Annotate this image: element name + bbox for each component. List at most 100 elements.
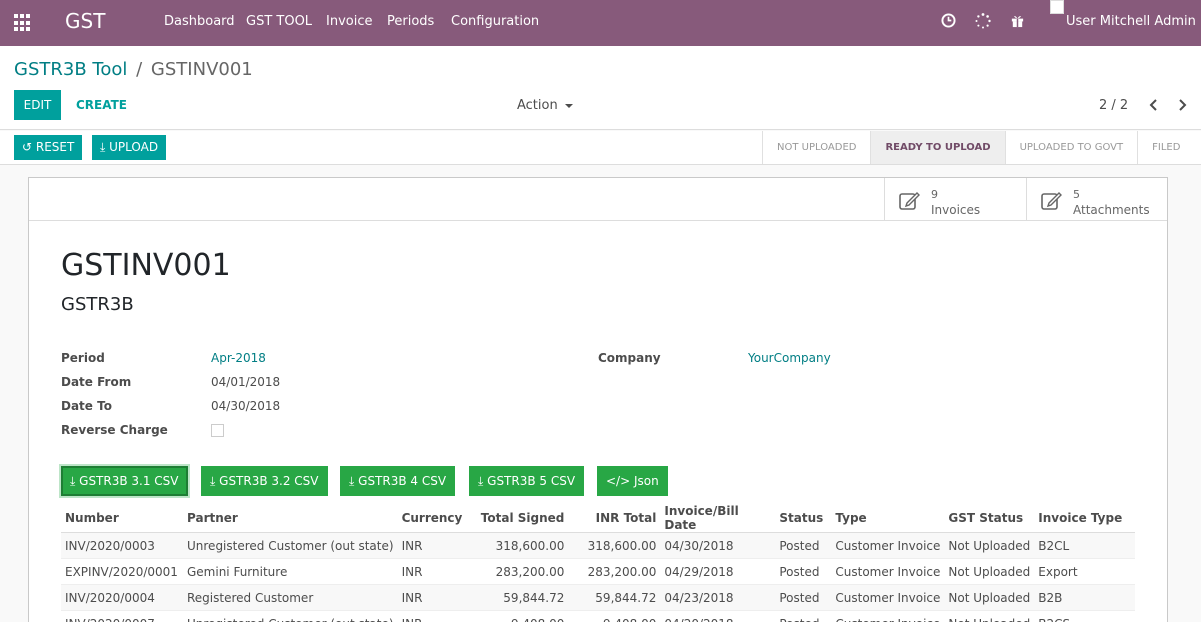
date-from-label: Date From xyxy=(61,375,132,389)
code-icon: </> xyxy=(606,474,631,488)
chevron-right-icon[interactable] xyxy=(1177,99,1187,111)
download-label: GSTR3B 4 CSV xyxy=(358,474,447,488)
smart-button-bar: 9 Invoices 5 Attachments xyxy=(29,178,1167,221)
date-to-field[interactable]: 04/30/2018 xyxy=(211,399,280,413)
invoices-smart-button[interactable]: 9 Invoices xyxy=(884,178,1026,221)
gift-icon[interactable] xyxy=(1010,13,1025,28)
breadcrumb: GSTR3B Tool / GSTINV001 xyxy=(14,59,253,80)
cell-inr-total: 9,408.00 xyxy=(568,610,661,622)
col-partner[interactable]: Partner xyxy=(183,504,398,533)
table-header-row: Number Partner Currency Total Signed INR… xyxy=(61,504,1135,533)
cell-inr-total: 318,600.00 xyxy=(568,532,661,559)
download-label: GSTR3B 3.2 CSV xyxy=(219,474,319,488)
menu-periods[interactable]: Periods xyxy=(387,14,434,29)
reset-button[interactable]: ↺ RESET xyxy=(14,135,83,160)
cell-status: Posted xyxy=(775,610,832,622)
cell-gst-status: Not Uploaded xyxy=(944,584,1035,611)
company-field[interactable]: YourCompany xyxy=(748,351,831,365)
attachments-smart-button[interactable]: 5 Attachments xyxy=(1026,178,1168,221)
cell-type: Customer Invoice xyxy=(831,532,945,559)
col-invoice-date[interactable]: Invoice/Bill Date xyxy=(660,504,776,533)
download-icon: ⤓ xyxy=(210,474,216,488)
cell-invoice-date: 04/20/2018 xyxy=(660,610,776,622)
col-type[interactable]: Type xyxy=(831,504,945,533)
download-gstr3b-5-button[interactable]: ⤓ GSTR3B 5 CSV xyxy=(469,466,585,496)
col-currency[interactable]: Currency xyxy=(397,504,467,533)
menu-configuration[interactable]: Configuration xyxy=(451,14,539,29)
cell-type: Customer Invoice xyxy=(831,584,945,611)
top-navbar: GST Dashboard GST TOOL Invoice Periods C… xyxy=(0,0,1201,46)
menu-dashboard[interactable]: Dashboard xyxy=(164,14,235,29)
cell-partner: Unregistered Customer (out state) xyxy=(183,532,398,559)
col-status[interactable]: Status xyxy=(775,504,832,533)
cell-gst-status: Not Uploaded xyxy=(944,532,1035,559)
pager-value[interactable]: 2 / 2 xyxy=(1099,98,1128,113)
activity-spinner-icon[interactable] xyxy=(975,13,991,29)
invoice-table: Number Partner Currency Total Signed INR… xyxy=(61,504,1135,622)
table-row[interactable]: INV/2020/0003 Unregistered Customer (out … xyxy=(61,532,1135,559)
stage-uploaded-to-govt[interactable]: UPLOADED TO GOVT xyxy=(1004,131,1138,164)
invoices-count: 9 xyxy=(931,188,938,201)
cell-status: Posted xyxy=(775,584,832,611)
download-gstr3b-3-2-button[interactable]: ⤓ GSTR3B 3.2 CSV xyxy=(201,466,328,496)
cell-currency: INR xyxy=(397,558,467,585)
cell-inr-total: 283,200.00 xyxy=(568,558,661,585)
cell-partner: Unregistered Customer (out state) xyxy=(183,610,398,622)
cell-invoice-type: Export xyxy=(1034,558,1135,585)
cell-number: INV/2020/0007 xyxy=(61,610,183,622)
menu-gst-tool[interactable]: GST TOOL xyxy=(246,14,312,29)
reverse-charge-checkbox[interactable] xyxy=(211,424,224,437)
cell-status: Posted xyxy=(775,532,832,559)
cell-number: INV/2020/0004 xyxy=(61,584,183,611)
control-panel: GSTR3B Tool / GSTINV001 EDIT CREATE Acti… xyxy=(0,46,1201,130)
cell-gst-status: Not Uploaded xyxy=(944,610,1035,622)
download-label: Json xyxy=(633,474,659,488)
col-inr-total[interactable]: INR Total xyxy=(568,504,661,533)
avatar[interactable] xyxy=(1050,0,1064,14)
stage-filed[interactable]: FILED xyxy=(1137,131,1194,164)
stage-ready-to-upload[interactable]: READY TO UPLOAD xyxy=(870,131,1005,164)
attachments-count: 5 xyxy=(1073,188,1080,201)
table-row[interactable]: EXPINV/2020/0001 Gemini Furniture INR 283,2… xyxy=(61,558,1135,585)
cell-type: Customer Invoice xyxy=(831,558,945,585)
breadcrumb-parent[interactable]: GSTR3B Tool xyxy=(14,59,127,80)
cell-total-signed: 318,600.00 xyxy=(466,532,569,559)
stage-not-uploaded[interactable]: NOT UPLOADED xyxy=(762,131,870,164)
cell-gst-status: Not Uploaded xyxy=(944,558,1035,585)
create-button[interactable]: CREATE xyxy=(76,98,127,112)
cell-invoice-type: B2CL xyxy=(1034,532,1135,559)
col-gst-status[interactable]: GST Status xyxy=(944,504,1035,533)
cell-invoice-date: 04/30/2018 xyxy=(660,532,776,559)
action-label: Action xyxy=(517,98,558,113)
date-from-field[interactable]: 04/01/2018 xyxy=(211,375,280,389)
cell-partner: Registered Customer xyxy=(183,584,398,611)
download-icon: ⤓ xyxy=(70,474,76,488)
table-row[interactable]: INV/2020/0004 Registered Customer INR 59,84… xyxy=(61,584,1135,611)
apps-menu-icon[interactable] xyxy=(14,14,32,32)
status-stages: NOT UPLOADED READY TO UPLOAD UPLOADED TO… xyxy=(762,131,1194,164)
period-field[interactable]: Apr-2018 xyxy=(211,351,266,365)
undo-icon: ↺ xyxy=(22,140,33,154)
user-menu[interactable]: User Mitchell Admin xyxy=(1066,14,1196,29)
clock-icon[interactable] xyxy=(941,13,956,28)
record-title: GSTINV001 xyxy=(61,248,231,283)
action-dropdown[interactable]: Action xyxy=(517,98,573,113)
col-invoice-type[interactable]: Invoice Type xyxy=(1034,504,1135,533)
download-gstr3b-4-button[interactable]: ⤓ GSTR3B 4 CSV xyxy=(340,466,456,496)
edit-button[interactable]: EDIT xyxy=(14,90,61,120)
cell-number: EXPINV/2020/0001 xyxy=(61,558,183,585)
menu-invoice[interactable]: Invoice xyxy=(326,14,372,29)
download-label: GSTR3B 5 CSV xyxy=(487,474,576,488)
chevron-left-icon[interactable] xyxy=(1149,99,1159,111)
table-row[interactable]: INV/2020/0007Unregistered Customer (out … xyxy=(61,610,1135,622)
download-gstr3b-3-1-button[interactable]: ⤓ GSTR3B 3.1 CSV xyxy=(61,466,188,496)
download-json-button[interactable]: </> Json xyxy=(597,466,668,496)
cell-partner: Gemini Furniture xyxy=(183,558,398,585)
status-bar: ↺ RESET ⤓ UPLOAD NOT UPLOADED READY TO U… xyxy=(0,131,1201,165)
col-total-signed[interactable]: Total Signed xyxy=(466,504,569,533)
app-brand[interactable]: GST xyxy=(65,9,105,33)
cell-currency: INR xyxy=(397,610,467,622)
upload-button[interactable]: ⤓ UPLOAD xyxy=(92,135,167,160)
col-number[interactable]: Number xyxy=(61,504,183,533)
cell-invoice-type: B2B xyxy=(1034,584,1135,611)
